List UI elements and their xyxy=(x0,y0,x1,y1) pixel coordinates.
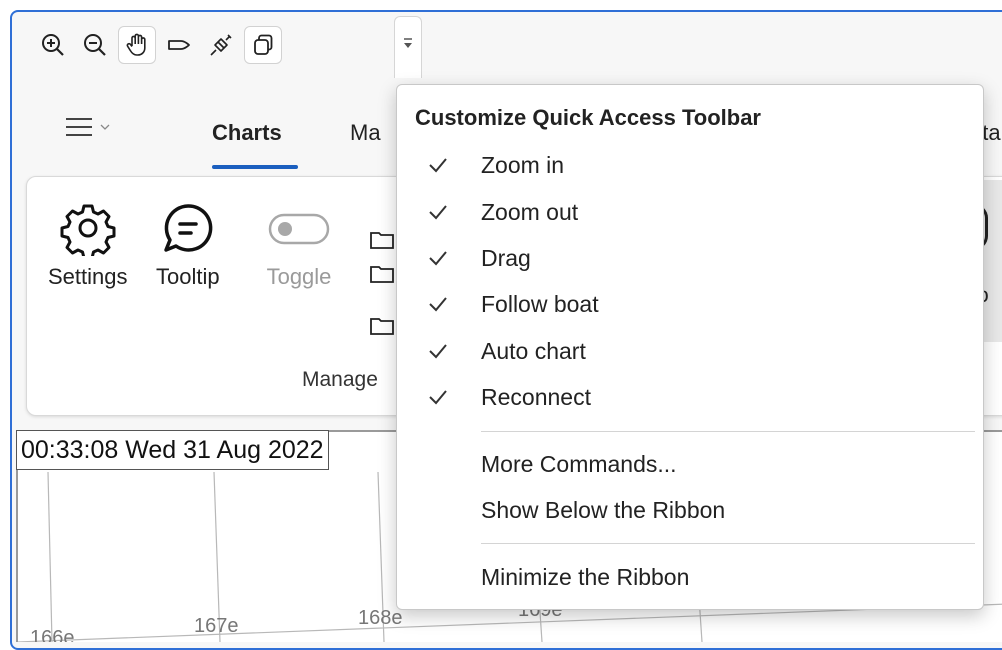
drag-button[interactable] xyxy=(118,26,156,64)
check-icon xyxy=(429,297,447,312)
zoom-in-icon xyxy=(42,34,64,56)
tooltip-label: Tooltip xyxy=(156,264,220,289)
menu-item-label: More Commands... xyxy=(481,450,677,477)
folder-icon[interactable] xyxy=(370,230,396,250)
chevron-down-icon xyxy=(404,38,412,48)
chart-timestamp: 00:33:08 Wed 31 Aug 2022 xyxy=(16,430,329,470)
menu-separator xyxy=(481,543,975,544)
folder-icon[interactable] xyxy=(370,264,396,284)
follow-boat-button[interactable] xyxy=(160,26,198,64)
menu-item-zoom-in[interactable]: Zoom in xyxy=(397,143,983,187)
menu-item-label: Reconnect xyxy=(481,383,591,410)
check-icon xyxy=(429,251,447,266)
chat-bubble-icon xyxy=(164,204,213,252)
tab-charts[interactable]: Charts xyxy=(212,120,282,146)
menu-item-reconnect[interactable]: Reconnect xyxy=(397,375,983,419)
toggle-label: Toggle xyxy=(266,264,332,289)
menu-item-auto-chart[interactable]: Auto chart xyxy=(397,329,983,373)
menu-separator xyxy=(481,431,975,432)
drag-hand-icon xyxy=(126,33,146,56)
menu-item-label: Zoom in xyxy=(481,151,565,178)
axis-label: 168e xyxy=(358,607,403,629)
tooltip-button[interactable]: Tooltip xyxy=(156,200,220,290)
zoom-in-button[interactable] xyxy=(34,26,72,64)
group-label-manage: Manage xyxy=(302,368,378,391)
menu-item-label: Auto chart xyxy=(481,337,586,364)
reconnect-icon xyxy=(254,34,273,55)
check-icon xyxy=(429,205,447,220)
check-icon xyxy=(429,344,447,359)
menu-item-more-commands[interactable]: More Commands... xyxy=(397,442,983,486)
active-tab-indicator xyxy=(212,165,298,169)
reconnect-button[interactable] xyxy=(244,26,282,64)
axis-label: 166e xyxy=(30,627,75,642)
settings-button[interactable]: Settings xyxy=(48,200,128,290)
customize-qat-button[interactable] xyxy=(394,16,422,78)
menu-item-drag[interactable]: Drag xyxy=(397,236,983,280)
menu-item-minimize-ribbon[interactable]: Minimize the Ribbon xyxy=(397,555,983,599)
menu-item-zoom-out[interactable]: Zoom out xyxy=(397,190,983,234)
check-icon xyxy=(429,158,447,173)
check-icon xyxy=(429,390,447,405)
gear-icon xyxy=(60,204,116,256)
menu-item-label: Show Below the Ribbon xyxy=(481,496,726,523)
menu-item-label: Follow boat xyxy=(481,290,599,317)
follow-boat-icon xyxy=(168,40,190,50)
auto-chart-icon xyxy=(210,34,232,56)
toggle-switch-icon xyxy=(268,213,330,245)
folder-icon[interactable] xyxy=(370,316,396,336)
zoom-out-button[interactable] xyxy=(76,26,114,64)
settings-label: Settings xyxy=(48,264,128,289)
hamburger-icon xyxy=(66,118,92,136)
menu-item-label: Minimize the Ribbon xyxy=(481,563,690,590)
customize-qat-menu: Customize Quick Access Toolbar Zoom in Z… xyxy=(396,84,984,610)
menu-item-label: Drag xyxy=(481,244,531,271)
toggle-button[interactable]: Toggle xyxy=(264,200,334,290)
zoom-out-icon xyxy=(84,34,106,56)
quick-access-toolbar xyxy=(34,20,282,70)
auto-chart-button[interactable] xyxy=(202,26,240,64)
ribbon-menu-button[interactable] xyxy=(64,116,110,138)
tab-ma[interactable]: Ma xyxy=(350,120,381,146)
chevron-down-icon xyxy=(100,124,110,130)
menu-item-label: Zoom out xyxy=(481,198,579,225)
menu-title: Customize Quick Access Toolbar xyxy=(415,105,761,130)
menu-item-show-below-ribbon[interactable]: Show Below the Ribbon xyxy=(397,488,983,532)
menu-item-follow-boat[interactable]: Follow boat xyxy=(397,282,983,326)
